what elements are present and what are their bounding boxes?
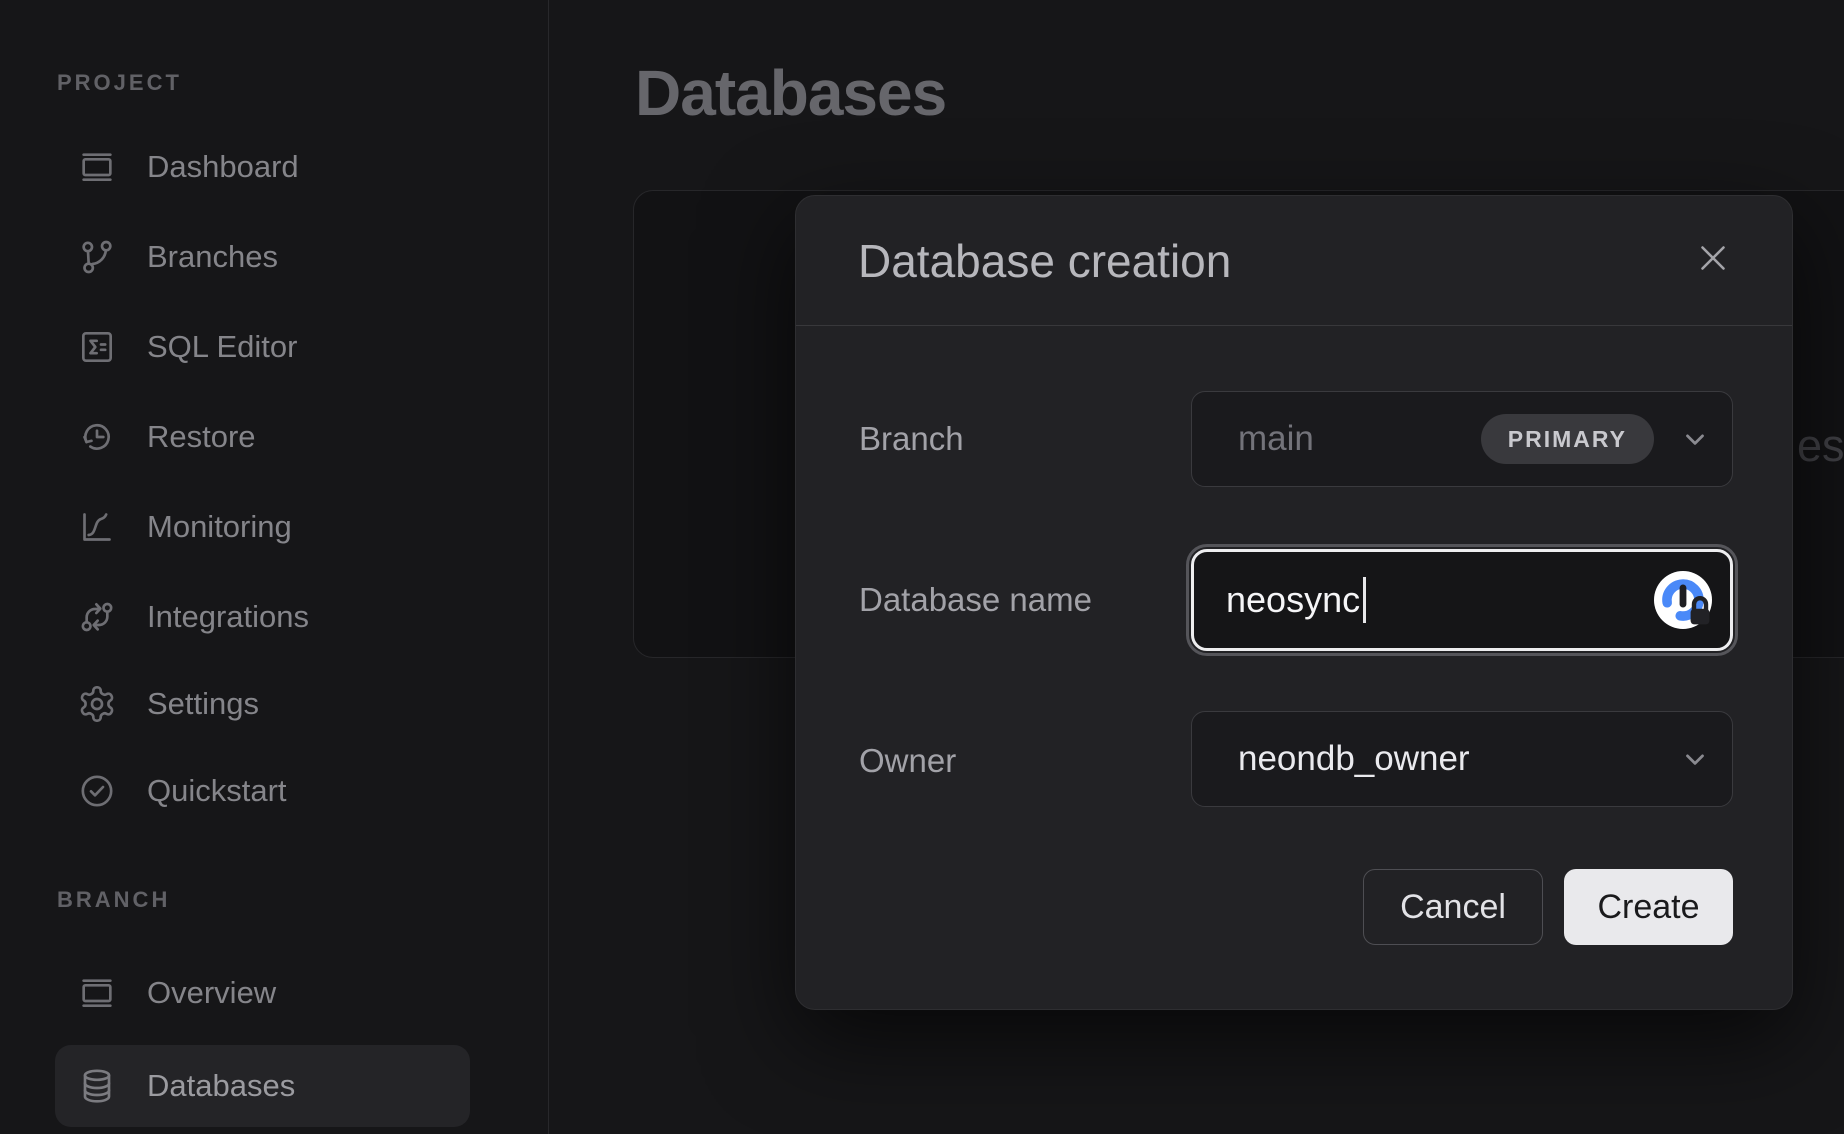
sidebar-item-label: Quickstart [147,773,287,809]
sidebar-item-label: Monitoring [147,509,292,545]
owner-select[interactable]: neondb_owner [1191,711,1733,807]
chevron-down-icon [1680,424,1710,454]
database-name-value: neosync [1226,579,1360,621]
sidebar-item-databases[interactable]: Databases [55,1045,470,1127]
branch-value: main [1238,419,1314,459]
sidebar-item-label: SQL Editor [147,329,297,365]
sql-editor-icon [77,327,117,367]
database-name-input[interactable]: neosync [1191,549,1733,651]
onepassword-icon[interactable] [1652,569,1714,631]
integrations-arrows-icon [77,597,117,637]
sidebar-item-label: Overview [147,975,276,1011]
sidebar-item-quickstart[interactable]: Quickstart [55,750,470,832]
circle-check-icon [77,771,117,811]
sidebar-item-label: Databases [147,1068,295,1104]
git-branch-icon [77,237,117,277]
text-cursor [1363,577,1366,623]
modal-title: Database creation [858,234,1231,288]
gear-icon [77,684,117,724]
sidebar-item-integrations[interactable]: Integrations [55,576,470,658]
cancel-button[interactable]: Cancel [1363,869,1543,945]
sidebar-item-dashboard[interactable]: Dashboard [55,126,470,208]
sidebar-item-monitoring[interactable]: Monitoring [55,486,470,568]
sidebar-item-label: Integrations [147,599,309,635]
page-title: Databases [635,56,946,130]
owner-value: neondb_owner [1238,739,1470,779]
primary-badge: PRIMARY [1481,414,1654,464]
modal-header: Database creation [796,196,1792,326]
database-creation-modal: Database creation Branch main PRIMARY Da… [795,195,1793,1010]
sidebar: PROJECT Dashboard Branches SQL Editor Re… [0,0,549,1134]
close-icon [1695,240,1731,276]
sidebar-item-label: Dashboard [147,149,299,185]
owner-label: Owner [859,742,956,780]
branch-label: Branch [859,420,964,458]
sidebar-item-sql-editor[interactable]: SQL Editor [55,306,470,388]
sidebar-item-restore[interactable]: Restore [55,396,470,478]
branch-select[interactable]: main PRIMARY [1191,391,1733,487]
sidebar-item-label: Branches [147,239,278,275]
sidebar-item-branches[interactable]: Branches [55,216,470,298]
sidebar-item-settings[interactable]: Settings [55,663,470,745]
create-button[interactable]: Create [1564,869,1733,945]
occluded-background-text: es [1797,420,1844,472]
close-button[interactable] [1688,233,1738,283]
database-icon [77,1066,117,1106]
line-chart-icon [77,507,117,547]
sidebar-item-overview[interactable]: Overview [55,952,470,1034]
sidebar-section-branch: BRANCH [57,887,170,913]
overview-icon [77,973,117,1013]
dashboard-icon [77,147,117,187]
chevron-down-icon [1680,744,1710,774]
sidebar-item-label: Settings [147,686,259,722]
database-name-label: Database name [859,581,1092,619]
history-clock-icon [77,417,117,457]
sidebar-section-project: PROJECT [57,70,182,96]
sidebar-item-label: Restore [147,419,256,455]
